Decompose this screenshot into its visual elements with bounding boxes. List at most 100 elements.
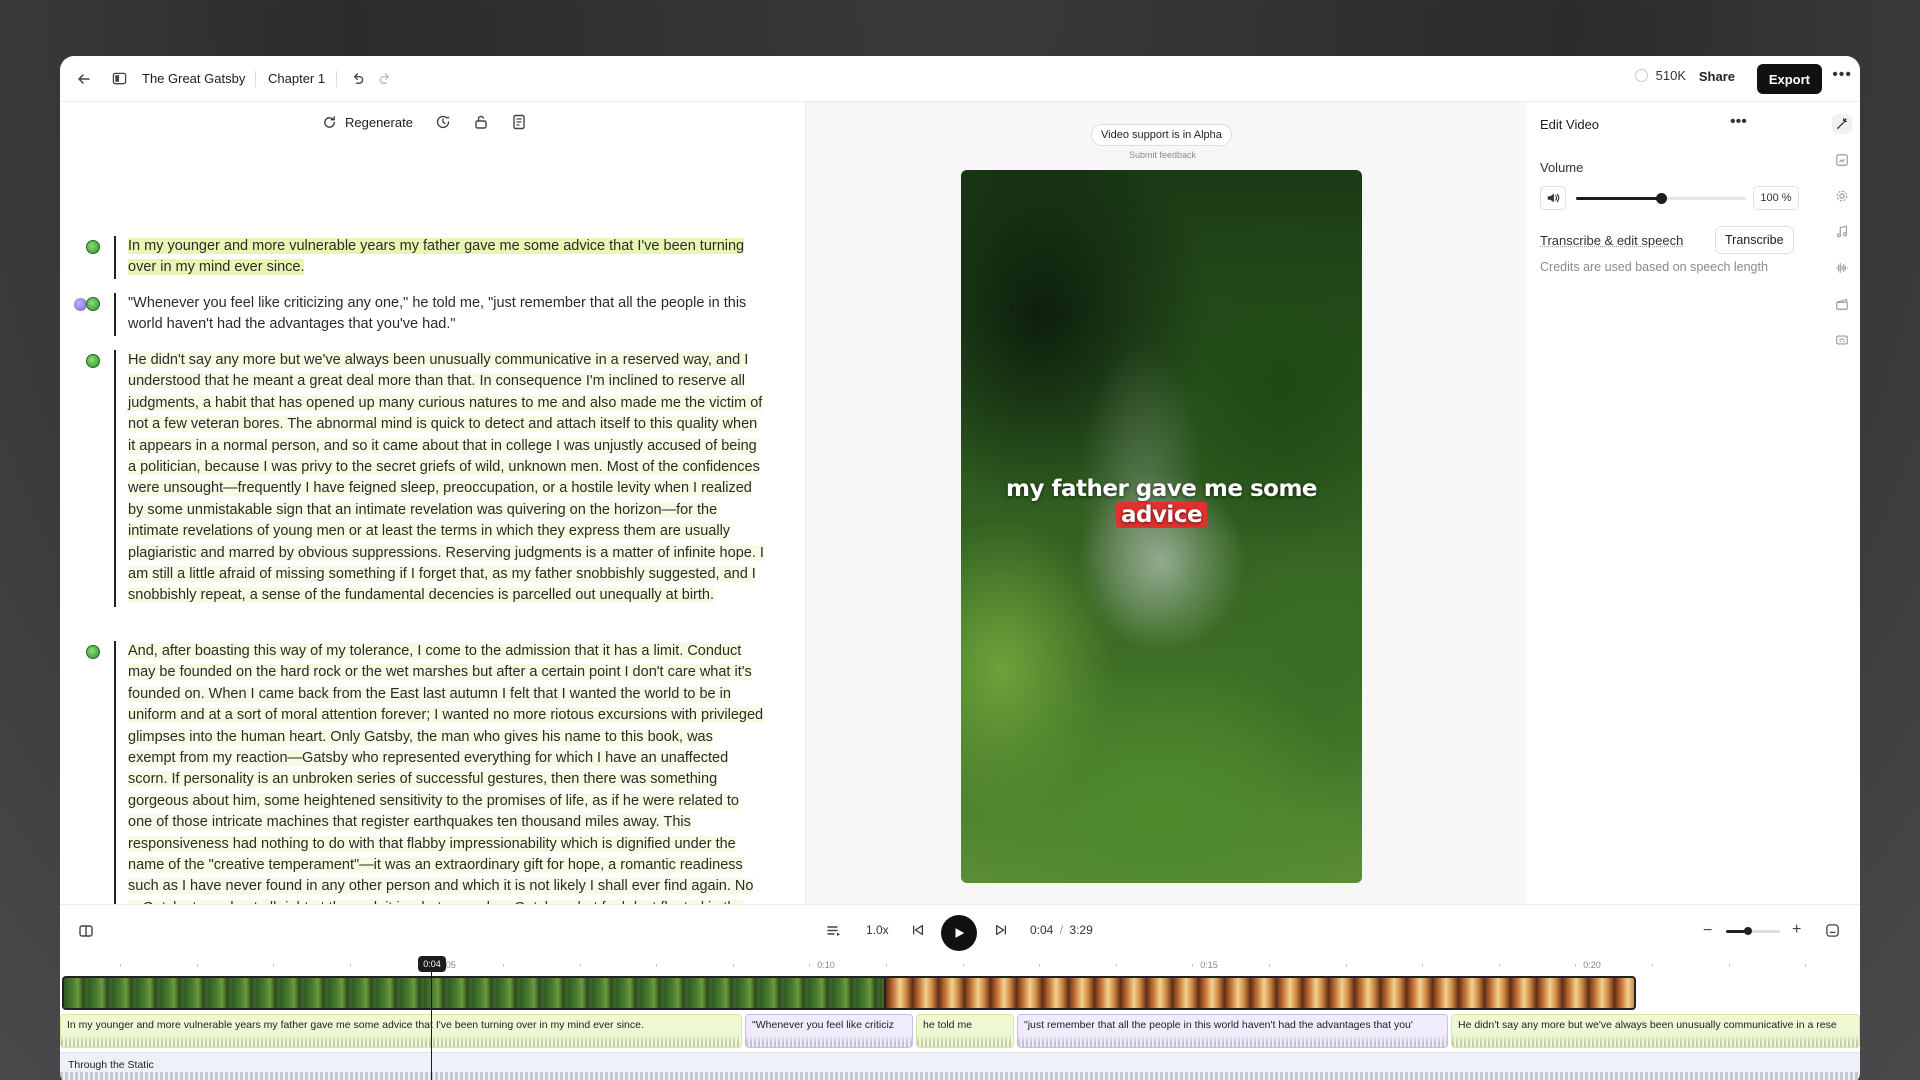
ruler-tick xyxy=(120,964,121,967)
project-title[interactable]: The Great Gatsby xyxy=(142,71,245,86)
waveform-icon[interactable] xyxy=(1832,258,1852,278)
transcribe-button[interactable]: Transcribe xyxy=(1715,226,1794,254)
timeline[interactable]: 0:05 0:10 0:15 0:20 In my younger and mo… xyxy=(60,956,1860,1080)
ruler-tick xyxy=(886,964,887,967)
ruler-label: 0:20 xyxy=(1583,960,1601,970)
volume-label: Volume xyxy=(1540,160,1583,175)
alpha-badge: Video support is in Alpha xyxy=(1091,124,1232,146)
music-note-icon[interactable] xyxy=(1832,222,1852,242)
volume-slider[interactable] xyxy=(1576,197,1746,200)
back-arrow-icon[interactable] xyxy=(76,71,92,87)
zoom-slider-handle[interactable] xyxy=(1744,927,1752,935)
refresh-icon xyxy=(322,115,337,130)
clip-text: he told me xyxy=(923,1019,972,1031)
captions-icon[interactable] xyxy=(1832,330,1852,350)
ruler-tick xyxy=(1192,964,1193,967)
app-window: The Great Gatsby Chapter 1 510K Share Ex… xyxy=(60,56,1860,1080)
credits-note: Credits are used based on speech length xyxy=(1540,260,1768,274)
speaker-icon[interactable] xyxy=(1540,186,1566,210)
current-time: 0:04 xyxy=(1030,923,1053,937)
timeline-zoom-slider[interactable] xyxy=(1726,930,1780,933)
panel-more-icon[interactable]: ••• xyxy=(1730,113,1747,131)
playlist-icon[interactable] xyxy=(826,923,842,939)
play-icon xyxy=(952,926,966,940)
skip-back-icon[interactable] xyxy=(911,923,925,937)
timeline-ruler[interactable]: 0:05 0:10 0:15 0:20 xyxy=(60,956,1860,974)
share-button[interactable]: Share xyxy=(1699,69,1735,84)
clapperboard-icon[interactable] xyxy=(1832,294,1852,314)
ruler-tick xyxy=(580,964,581,967)
ruler-tick xyxy=(350,964,351,967)
history-sparkle-icon[interactable] xyxy=(435,114,451,130)
zoom-in-icon[interactable]: + xyxy=(1792,921,1801,939)
speaker-avatar[interactable] xyxy=(86,354,100,368)
music-track-label: Through the Static xyxy=(68,1059,154,1071)
caption-clip[interactable]: he told me xyxy=(916,1014,1014,1048)
sidebar-toggle-icon[interactable] xyxy=(112,71,127,86)
ruler-tick xyxy=(273,964,274,967)
caption-highlight-word: advice xyxy=(1116,502,1207,528)
export-button[interactable]: Export xyxy=(1757,64,1822,94)
settings-gear-icon[interactable] xyxy=(1832,186,1852,206)
ruler-label: 0:15 xyxy=(1200,960,1218,970)
undo-icon[interactable] xyxy=(350,71,365,86)
clip-waveform xyxy=(61,1035,741,1047)
split-view-icon[interactable] xyxy=(78,923,94,939)
caption-clip[interactable]: He didn't say any more but we've always … xyxy=(1451,1014,1860,1048)
clip-waveform xyxy=(1018,1035,1447,1047)
clip-text: He didn't say any more but we've always … xyxy=(1458,1019,1837,1031)
speaker-avatar[interactable] xyxy=(86,645,100,659)
ruler-tick xyxy=(1116,964,1117,967)
video-frame[interactable]: my father gave me some advice xyxy=(961,170,1362,883)
paragraph-text: And, after boasting this way of my toler… xyxy=(128,643,763,904)
volume-slider-fill xyxy=(1576,197,1661,200)
script-paragraph[interactable]: In my younger and more vulnerable years … xyxy=(114,236,764,279)
zoom-out-icon[interactable]: − xyxy=(1703,922,1712,940)
chapter-title[interactable]: Chapter 1 xyxy=(268,71,325,86)
skip-forward-icon[interactable] xyxy=(994,923,1008,937)
playhead-line[interactable] xyxy=(431,972,432,1080)
script-paragraph[interactable]: "Whenever you feel like criticizing any … xyxy=(114,293,764,336)
caption-clip[interactable]: "Whenever you feel like criticiz xyxy=(745,1014,913,1048)
regenerate-button[interactable]: Regenerate xyxy=(322,115,413,130)
volume-input[interactable]: 100 % xyxy=(1753,186,1799,210)
ruler-tick xyxy=(197,964,198,967)
ruler-tick xyxy=(1805,964,1806,967)
caption-clip[interactable]: In my younger and more vulnerable years … xyxy=(60,1014,742,1048)
paragraph-text: In my younger and more vulnerable years … xyxy=(128,238,744,275)
script-paragraph[interactable]: And, after boasting this way of my toler… xyxy=(114,641,764,904)
clip-waveform xyxy=(917,1035,1013,1047)
redo-icon[interactable] xyxy=(378,71,393,86)
credits-indicator[interactable]: 510K xyxy=(1635,68,1686,83)
video-clip-sunset[interactable] xyxy=(886,976,1636,1010)
fit-timeline-icon[interactable] xyxy=(1825,923,1840,938)
ruler-tick xyxy=(1039,964,1040,967)
caption-clip[interactable]: "just remember that all the people in th… xyxy=(1017,1014,1448,1048)
time-separator: / xyxy=(1060,923,1063,937)
play-button[interactable] xyxy=(941,915,977,951)
document-icon[interactable] xyxy=(511,114,527,130)
video-clip-forest[interactable] xyxy=(62,976,886,1010)
magic-wand-icon[interactable] xyxy=(1832,114,1852,134)
time-display: 0:04 / 3:29 xyxy=(1030,923,1093,937)
total-time: 3:29 xyxy=(1069,923,1092,937)
clip-waveform xyxy=(746,1035,912,1047)
script-paragraph[interactable]: He didn't say any more but we've always … xyxy=(114,350,764,607)
speaker-avatar[interactable] xyxy=(86,297,100,311)
tool-rail xyxy=(1824,102,1860,904)
playback-speed[interactable]: 1.0x xyxy=(866,923,889,937)
more-options-icon[interactable]: ••• xyxy=(1832,66,1852,84)
speaker-avatar[interactable] xyxy=(86,240,100,254)
clip-text: "just remember that all the people in th… xyxy=(1024,1019,1413,1031)
credits-value: 510K xyxy=(1656,68,1686,83)
video-preview-pane: Video support is in Alpha Submit feedbac… xyxy=(806,102,1526,904)
music-track[interactable]: Through the Static xyxy=(60,1052,1860,1080)
paragraph-bar xyxy=(114,350,116,607)
volume-slider-handle[interactable] xyxy=(1656,193,1667,204)
clip-waveform xyxy=(1452,1035,1859,1047)
submit-feedback-link[interactable]: Submit feedback xyxy=(1129,150,1196,160)
image-adjust-icon[interactable] xyxy=(1832,150,1852,170)
playhead-time[interactable]: 0:04 xyxy=(418,956,446,972)
top-bar: The Great Gatsby Chapter 1 510K Share Ex… xyxy=(60,56,1860,102)
unlock-icon[interactable] xyxy=(473,114,489,130)
